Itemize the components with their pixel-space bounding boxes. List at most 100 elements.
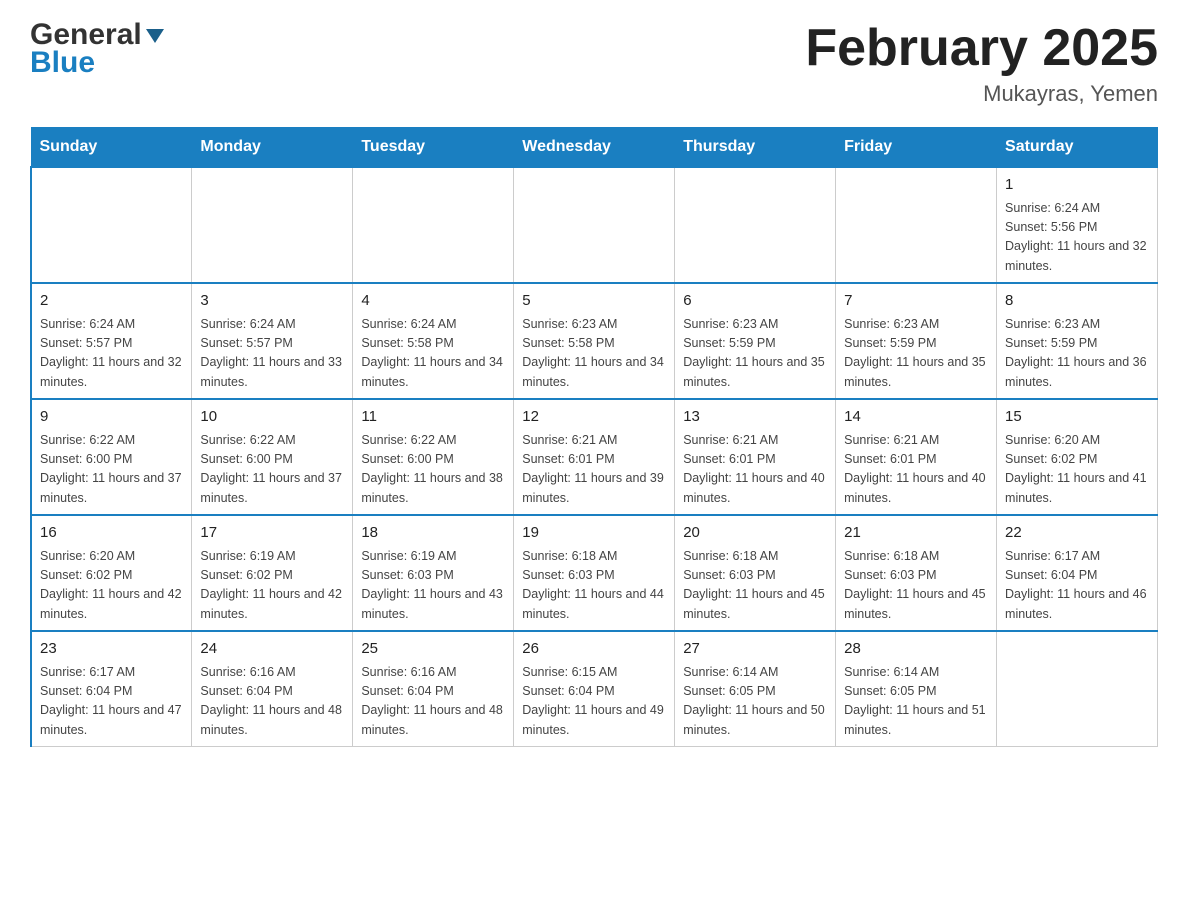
day-number: 12 bbox=[522, 406, 666, 429]
day-number: 8 bbox=[1005, 290, 1149, 313]
day-info: Sunrise: 6:24 AMSunset: 5:57 PMDaylight:… bbox=[40, 315, 183, 393]
day-number: 5 bbox=[522, 290, 666, 313]
calendar-cell: 13Sunrise: 6:21 AMSunset: 6:01 PMDayligh… bbox=[675, 399, 836, 515]
day-info: Sunrise: 6:15 AMSunset: 6:04 PMDaylight:… bbox=[522, 663, 666, 741]
logo-blue-text: Blue bbox=[30, 46, 95, 80]
day-info: Sunrise: 6:14 AMSunset: 6:05 PMDaylight:… bbox=[844, 663, 988, 741]
day-info: Sunrise: 6:16 AMSunset: 6:04 PMDaylight:… bbox=[200, 663, 344, 741]
day-number: 14 bbox=[844, 406, 988, 429]
col-saturday: Saturday bbox=[997, 128, 1158, 168]
col-wednesday: Wednesday bbox=[514, 128, 675, 168]
calendar-cell bbox=[514, 167, 675, 283]
day-info: Sunrise: 6:21 AMSunset: 6:01 PMDaylight:… bbox=[683, 431, 827, 509]
calendar-cell: 16Sunrise: 6:20 AMSunset: 6:02 PMDayligh… bbox=[31, 515, 192, 631]
day-info: Sunrise: 6:17 AMSunset: 6:04 PMDaylight:… bbox=[1005, 547, 1149, 625]
day-info: Sunrise: 6:24 AMSunset: 5:56 PMDaylight:… bbox=[1005, 199, 1149, 277]
day-info: Sunrise: 6:18 AMSunset: 6:03 PMDaylight:… bbox=[683, 547, 827, 625]
col-thursday: Thursday bbox=[675, 128, 836, 168]
calendar-cell bbox=[675, 167, 836, 283]
month-title: February 2025 bbox=[805, 20, 1158, 77]
calendar-cell: 5Sunrise: 6:23 AMSunset: 5:58 PMDaylight… bbox=[514, 283, 675, 399]
calendar-cell bbox=[836, 167, 997, 283]
calendar-cell: 12Sunrise: 6:21 AMSunset: 6:01 PMDayligh… bbox=[514, 399, 675, 515]
day-info: Sunrise: 6:23 AMSunset: 5:58 PMDaylight:… bbox=[522, 315, 666, 393]
day-number: 7 bbox=[844, 290, 988, 313]
day-number: 23 bbox=[40, 638, 183, 661]
day-info: Sunrise: 6:20 AMSunset: 6:02 PMDaylight:… bbox=[1005, 431, 1149, 509]
day-info: Sunrise: 6:16 AMSunset: 6:04 PMDaylight:… bbox=[361, 663, 505, 741]
day-info: Sunrise: 6:21 AMSunset: 6:01 PMDaylight:… bbox=[522, 431, 666, 509]
day-number: 10 bbox=[200, 406, 344, 429]
day-info: Sunrise: 6:24 AMSunset: 5:57 PMDaylight:… bbox=[200, 315, 344, 393]
col-friday: Friday bbox=[836, 128, 997, 168]
day-number: 25 bbox=[361, 638, 505, 661]
calendar-cell bbox=[31, 167, 192, 283]
day-info: Sunrise: 6:17 AMSunset: 6:04 PMDaylight:… bbox=[40, 663, 183, 741]
day-number: 16 bbox=[40, 522, 183, 545]
calendar-cell: 1Sunrise: 6:24 AMSunset: 5:56 PMDaylight… bbox=[997, 167, 1158, 283]
calendar-cell: 9Sunrise: 6:22 AMSunset: 6:00 PMDaylight… bbox=[31, 399, 192, 515]
day-info: Sunrise: 6:23 AMSunset: 5:59 PMDaylight:… bbox=[683, 315, 827, 393]
day-info: Sunrise: 6:19 AMSunset: 6:03 PMDaylight:… bbox=[361, 547, 505, 625]
calendar-cell: 3Sunrise: 6:24 AMSunset: 5:57 PMDaylight… bbox=[192, 283, 353, 399]
col-sunday: Sunday bbox=[31, 128, 192, 168]
logo: General Blue bbox=[30, 20, 166, 80]
day-number: 17 bbox=[200, 522, 344, 545]
day-number: 21 bbox=[844, 522, 988, 545]
day-number: 6 bbox=[683, 290, 827, 313]
day-info: Sunrise: 6:23 AMSunset: 5:59 PMDaylight:… bbox=[844, 315, 988, 393]
calendar-week-row: 2Sunrise: 6:24 AMSunset: 5:57 PMDaylight… bbox=[31, 283, 1158, 399]
calendar-week-row: 23Sunrise: 6:17 AMSunset: 6:04 PMDayligh… bbox=[31, 631, 1158, 747]
page-header: General Blue February 2025 Mukayras, Yem… bbox=[30, 20, 1158, 107]
location: Mukayras, Yemen bbox=[805, 81, 1158, 107]
day-number: 11 bbox=[361, 406, 505, 429]
calendar-cell: 10Sunrise: 6:22 AMSunset: 6:00 PMDayligh… bbox=[192, 399, 353, 515]
day-info: Sunrise: 6:24 AMSunset: 5:58 PMDaylight:… bbox=[361, 315, 505, 393]
calendar-cell: 20Sunrise: 6:18 AMSunset: 6:03 PMDayligh… bbox=[675, 515, 836, 631]
calendar-cell bbox=[353, 167, 514, 283]
calendar-week-row: 16Sunrise: 6:20 AMSunset: 6:02 PMDayligh… bbox=[31, 515, 1158, 631]
day-number: 20 bbox=[683, 522, 827, 545]
calendar-cell: 6Sunrise: 6:23 AMSunset: 5:59 PMDaylight… bbox=[675, 283, 836, 399]
day-info: Sunrise: 6:19 AMSunset: 6:02 PMDaylight:… bbox=[200, 547, 344, 625]
calendar-cell: 27Sunrise: 6:14 AMSunset: 6:05 PMDayligh… bbox=[675, 631, 836, 747]
day-info: Sunrise: 6:22 AMSunset: 6:00 PMDaylight:… bbox=[361, 431, 505, 509]
day-info: Sunrise: 6:20 AMSunset: 6:02 PMDaylight:… bbox=[40, 547, 183, 625]
calendar-cell: 28Sunrise: 6:14 AMSunset: 6:05 PMDayligh… bbox=[836, 631, 997, 747]
day-number: 1 bbox=[1005, 174, 1149, 197]
day-info: Sunrise: 6:23 AMSunset: 5:59 PMDaylight:… bbox=[1005, 315, 1149, 393]
calendar-cell: 21Sunrise: 6:18 AMSunset: 6:03 PMDayligh… bbox=[836, 515, 997, 631]
day-number: 19 bbox=[522, 522, 666, 545]
calendar-cell: 14Sunrise: 6:21 AMSunset: 6:01 PMDayligh… bbox=[836, 399, 997, 515]
calendar-week-row: 9Sunrise: 6:22 AMSunset: 6:00 PMDaylight… bbox=[31, 399, 1158, 515]
calendar-cell: 2Sunrise: 6:24 AMSunset: 5:57 PMDaylight… bbox=[31, 283, 192, 399]
day-number: 28 bbox=[844, 638, 988, 661]
calendar-cell: 17Sunrise: 6:19 AMSunset: 6:02 PMDayligh… bbox=[192, 515, 353, 631]
calendar-cell: 7Sunrise: 6:23 AMSunset: 5:59 PMDaylight… bbox=[836, 283, 997, 399]
calendar-table: Sunday Monday Tuesday Wednesday Thursday… bbox=[30, 127, 1158, 747]
day-number: 13 bbox=[683, 406, 827, 429]
day-info: Sunrise: 6:22 AMSunset: 6:00 PMDaylight:… bbox=[40, 431, 183, 509]
calendar-cell: 15Sunrise: 6:20 AMSunset: 6:02 PMDayligh… bbox=[997, 399, 1158, 515]
calendar-cell: 19Sunrise: 6:18 AMSunset: 6:03 PMDayligh… bbox=[514, 515, 675, 631]
calendar-cell bbox=[192, 167, 353, 283]
col-tuesday: Tuesday bbox=[353, 128, 514, 168]
day-info: Sunrise: 6:21 AMSunset: 6:01 PMDaylight:… bbox=[844, 431, 988, 509]
calendar-header-row: Sunday Monday Tuesday Wednesday Thursday… bbox=[31, 128, 1158, 168]
calendar-cell: 24Sunrise: 6:16 AMSunset: 6:04 PMDayligh… bbox=[192, 631, 353, 747]
day-info: Sunrise: 6:18 AMSunset: 6:03 PMDaylight:… bbox=[522, 547, 666, 625]
logo-arrow-icon bbox=[144, 25, 166, 47]
day-number: 22 bbox=[1005, 522, 1149, 545]
calendar-cell: 26Sunrise: 6:15 AMSunset: 6:04 PMDayligh… bbox=[514, 631, 675, 747]
calendar-week-row: 1Sunrise: 6:24 AMSunset: 5:56 PMDaylight… bbox=[31, 167, 1158, 283]
title-block: February 2025 Mukayras, Yemen bbox=[805, 20, 1158, 107]
day-number: 26 bbox=[522, 638, 666, 661]
calendar-cell: 18Sunrise: 6:19 AMSunset: 6:03 PMDayligh… bbox=[353, 515, 514, 631]
day-info: Sunrise: 6:18 AMSunset: 6:03 PMDaylight:… bbox=[844, 547, 988, 625]
calendar-cell: 11Sunrise: 6:22 AMSunset: 6:00 PMDayligh… bbox=[353, 399, 514, 515]
day-info: Sunrise: 6:14 AMSunset: 6:05 PMDaylight:… bbox=[683, 663, 827, 741]
calendar-cell: 23Sunrise: 6:17 AMSunset: 6:04 PMDayligh… bbox=[31, 631, 192, 747]
calendar-cell: 8Sunrise: 6:23 AMSunset: 5:59 PMDaylight… bbox=[997, 283, 1158, 399]
day-number: 27 bbox=[683, 638, 827, 661]
calendar-cell: 4Sunrise: 6:24 AMSunset: 5:58 PMDaylight… bbox=[353, 283, 514, 399]
